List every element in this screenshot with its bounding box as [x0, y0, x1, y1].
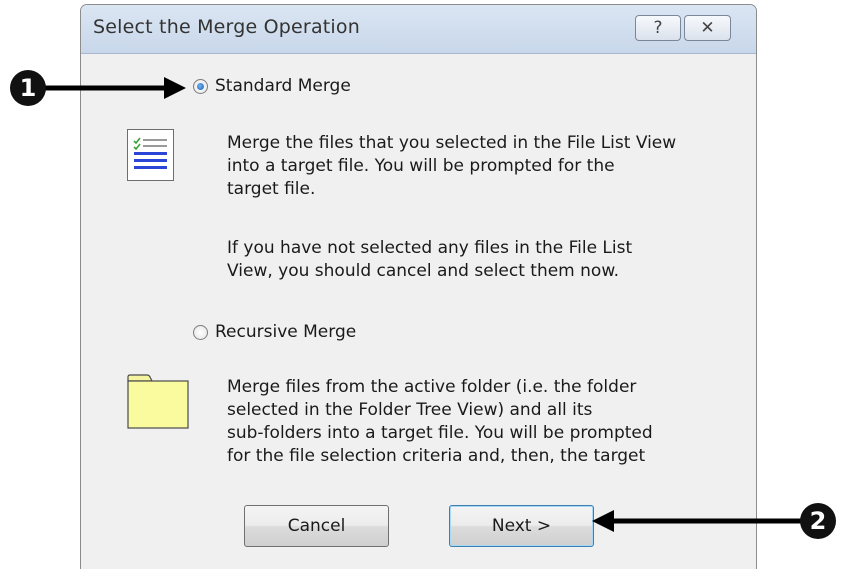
callout-number: 1	[19, 74, 37, 102]
callout-arrows	[44, 77, 802, 532]
callout-arrow-2	[592, 510, 802, 532]
callout-number: 2	[809, 507, 827, 535]
callout-badge-1: 1	[10, 70, 46, 106]
callout-badge-2: 2	[800, 503, 836, 539]
callout-arrow-1	[44, 77, 186, 99]
